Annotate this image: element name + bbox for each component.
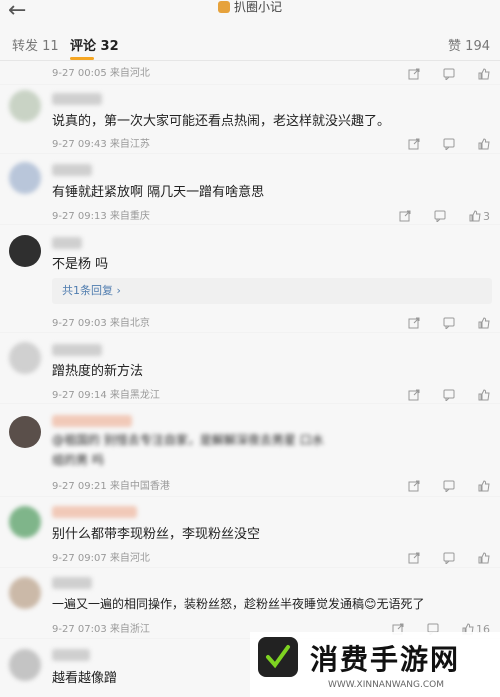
share-icon[interactable] [408,479,420,493]
like-count: 3 [483,209,490,223]
tab-comments[interactable]: 评论 32 [70,35,119,54]
tab-repost[interactable]: 转发 11 [12,35,59,54]
reply-icon[interactable] [443,137,455,152]
comment-meta: 9-27 09:14 来自黑龙江 [52,390,160,401]
avatar[interactable] [9,506,41,538]
page-title: 扒圈小记 [0,0,500,14]
reply-count-link[interactable]: 共1条回复 › [52,278,492,304]
username[interactable] [52,93,102,105]
username[interactable] [52,649,90,661]
username[interactable] [52,237,82,249]
comment-actions [390,312,490,331]
comment-item: 有锤就赶紧放啊 隔几天一蹭有啥意思 9-27 09:13 来自重庆 3 [0,154,500,224]
comment-item: @祖国的 别怪去专注自家，是解解深夜去男星 口水 组的男 吗 9-27 09:2… [0,404,500,496]
username[interactable] [52,344,102,356]
username[interactable] [52,506,137,518]
share-icon[interactable] [408,137,420,151]
watermark-title: 消费手游网 [310,643,461,676]
comment-item: 一遍又一遍的相同操作，装粉丝怒，趁粉丝半夜睡觉发通稿😊无语死了 9-27 07:… [0,568,500,638]
like-icon[interactable] [478,316,490,330]
comment-meta: 9-27 09:03 来自北京 [52,318,150,329]
avatar[interactable] [9,342,41,374]
comment-actions [390,63,490,82]
share-icon[interactable] [408,551,420,565]
comment-text: 有锤就赶紧放啊 隔几天一蹭有啥意思 [52,185,265,200]
top-bar: ← 扒圈小记 [0,0,500,26]
comment-text: 不是杨 吗 [52,257,109,272]
like-icon[interactable] [478,551,490,565]
comment-actions [390,133,490,152]
tab-bar: 转发 11 评论 32 赞 194 [0,26,500,61]
username[interactable] [52,577,92,589]
reply-icon[interactable] [443,551,455,566]
avatar[interactable] [9,577,41,609]
leaf-check-icon [266,645,290,669]
like-icon[interactable] [478,67,490,81]
account-logo-icon [217,1,230,13]
watermark-logo [258,637,298,677]
comment-text-line2: 组的男 吗 [52,453,104,467]
comment-text: 一遍又一遍的相同操作，装粉丝怒，趁粉丝半夜睡觉发通稿😊无语死了 [52,597,425,611]
share-icon[interactable] [408,388,420,402]
avatar[interactable] [9,235,41,267]
comment-actions: 16 [374,618,490,637]
comment-item: 9-27 00:05 来自河北 [0,61,500,84]
comment-text: @祖国的 别怪去专注自家，是解解深夜去男星 口水 [52,433,324,447]
like-icon[interactable] [478,137,490,151]
watermark-url: WWW.XINNANWANG.COM [328,680,444,690]
comment-actions [390,475,490,494]
like-icon[interactable] [478,479,490,493]
tab-indicator [70,57,94,60]
comment-text: 蹭热度的新方法 [52,364,144,379]
comment-item: 蹭热度的新方法 9-27 09:14 来自黑龙江 [0,333,500,403]
share-icon[interactable] [408,316,420,330]
reply-icon[interactable] [443,388,455,403]
comment-text: 越看越像蹭 [52,671,118,686]
comment-item: 不是杨 吗 共1条回复 › 9-27 09:03 来自北京 [0,225,500,332]
tab-likes[interactable]: 赞 194 [448,35,490,54]
comment-text: 别什么都带李现粉丝，李现粉丝没空 [52,527,261,542]
avatar[interactable] [9,162,41,194]
comment-meta: 9-27 00:05 来自河北 [52,68,150,79]
share-icon[interactable] [399,209,411,223]
comment-item: 别什么都带李现粉丝，李现粉丝没空 9-27 09:07 来自河北 [0,497,500,567]
reply-icon[interactable] [434,209,446,224]
comment-actions [390,384,490,403]
avatar[interactable] [9,649,41,681]
comment-actions [390,547,490,566]
reply-icon[interactable] [443,479,455,494]
username[interactable] [52,164,92,176]
avatar[interactable] [9,416,41,448]
site-watermark: 消费手游网 WWW.XINNANWANG.COM [250,632,500,697]
username[interactable] [52,415,132,427]
like-icon[interactable]: 3 [469,209,490,223]
comment-meta: 9-27 09:21 来自中国香港 [52,481,170,492]
avatar[interactable] [9,90,41,122]
share-icon[interactable] [408,67,420,81]
comment-meta: 9-27 09:07 来自河北 [52,553,150,564]
reply-icon[interactable] [443,316,455,331]
comment-meta: 9-27 09:43 来自江苏 [52,139,150,150]
like-icon[interactable] [478,388,490,402]
reply-icon[interactable] [443,67,455,82]
comment-meta: 9-27 09:13 来自重庆 [52,211,150,222]
comment-actions: 3 [381,205,490,224]
comment-item: 说真的，第一次大家可能还看点热闹，老这样就没兴趣了。 9-27 09:43 来自… [0,85,500,153]
comment-text: 说真的，第一次大家可能还看点热闹，老这样就没兴趣了。 [52,114,391,129]
comment-meta: 9-27 07:03 来自浙江 [52,624,150,635]
